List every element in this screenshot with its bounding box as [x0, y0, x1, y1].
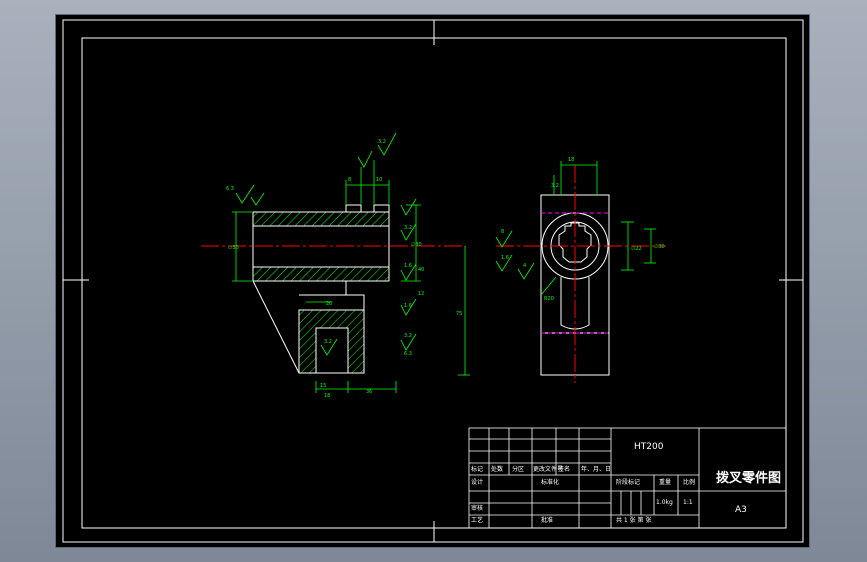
- right-dimensions: [495, 161, 656, 296]
- svg-text:10: 10: [376, 177, 382, 183]
- right-end-view[interactable]: 18 3.2 8 1.6 ∅22 4 R20 ∅30: [495, 157, 666, 383]
- svg-text:3.2: 3.2: [378, 139, 386, 145]
- process-label: 工艺: [471, 517, 484, 524]
- standard-label: 标准化: [541, 479, 560, 486]
- svg-text:15: 15: [320, 383, 326, 389]
- svg-text:8: 8: [501, 229, 504, 235]
- centering-marks: [63, 20, 803, 542]
- sheets-label: 共 1 张 第 张: [616, 517, 652, 524]
- sheet-border: [62, 19, 804, 543]
- design-label: 设计: [471, 479, 484, 486]
- drawing-size: A3: [735, 505, 747, 515]
- svg-text:3.2: 3.2: [404, 225, 412, 231]
- svg-text:4: 4: [523, 263, 526, 269]
- header-sign: 签名: [558, 466, 571, 473]
- svg-text:18: 18: [324, 393, 330, 399]
- svg-text:1.6: 1.6: [404, 263, 412, 269]
- drawing-frame: [81, 37, 787, 529]
- header-date: 年、月、日: [581, 466, 612, 473]
- svg-text:3.2: 3.2: [404, 333, 412, 339]
- header-zone: 分区: [512, 466, 525, 473]
- scale-value: 1:1: [683, 499, 693, 506]
- svg-text:36: 36: [366, 389, 372, 395]
- svg-text:75: 75: [456, 311, 462, 317]
- cad-viewport[interactable]: 6.3 3.2 10 8 3.2 ∅30 ∅30 1.6 12 1.6 20 3…: [55, 14, 810, 548]
- arm-outline: [252, 280, 300, 374]
- part-name: 拨叉零件图: [716, 471, 782, 486]
- svg-text:6.3: 6.3: [226, 186, 234, 192]
- stage-label: 阶段标记: [616, 479, 641, 486]
- drawing-canvas[interactable]: 6.3 3.2 10 8 3.2 ∅30 ∅30 1.6 12 1.6 20 3…: [56, 15, 811, 549]
- hub-top-wall: [252, 211, 390, 227]
- svg-text:1.6: 1.6: [404, 303, 412, 309]
- svg-text:∅30: ∅30: [411, 242, 422, 248]
- left-section-view[interactable]: 6.3 3.2 10 8 3.2 ∅30 ∅30 1.6 12 1.6 20 3…: [201, 132, 470, 399]
- right-dimension-labels: 18 3.2 8 1.6 ∅22 4 R20 ∅30: [501, 157, 665, 302]
- svg-text:18: 18: [568, 157, 574, 163]
- svg-text:∅22: ∅22: [631, 246, 642, 252]
- svg-text:20: 20: [326, 301, 332, 307]
- svg-text:1.6: 1.6: [501, 255, 509, 261]
- material-label: HT200: [634, 442, 664, 452]
- svg-text:3.2: 3.2: [551, 183, 559, 189]
- svg-text:40: 40: [418, 267, 424, 273]
- svg-text:∅30: ∅30: [654, 244, 665, 250]
- svg-text:∅30: ∅30: [228, 245, 239, 251]
- svg-text:8: 8: [348, 177, 351, 183]
- header-mark: 标记: [471, 466, 484, 473]
- weight-value: 1.0kg: [656, 499, 673, 506]
- svg-text:R20: R20: [544, 296, 554, 302]
- scale-label: 比例: [683, 479, 696, 486]
- weight-label: 重量: [659, 479, 672, 486]
- svg-text:6.3: 6.3: [404, 351, 412, 357]
- hub-bottom-wall: [252, 266, 390, 282]
- review-label: 审核: [471, 505, 484, 512]
- svg-text:12: 12: [418, 291, 424, 297]
- svg-text:3.2: 3.2: [324, 339, 332, 345]
- approve-label: 批准: [541, 517, 554, 524]
- header-count: 处数: [491, 466, 504, 473]
